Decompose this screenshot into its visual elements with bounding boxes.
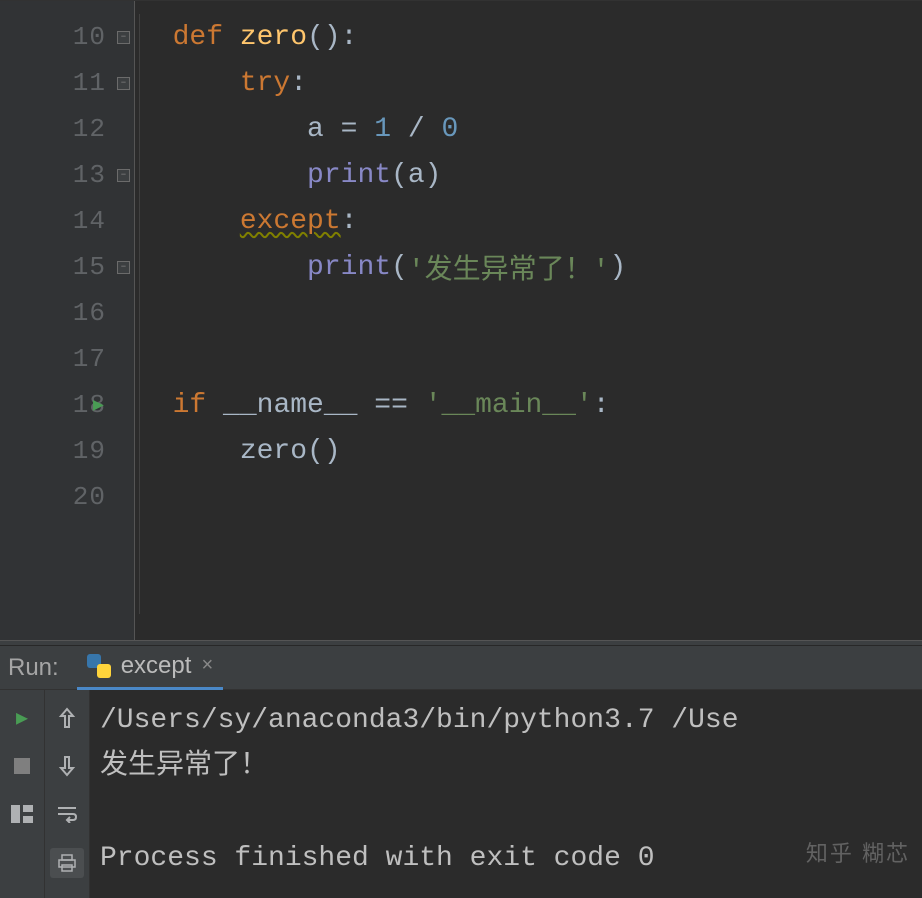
code-line: except:	[135, 198, 922, 244]
code-line: a = 1 / 0	[135, 106, 922, 152]
output-line: /Users/sy/anaconda3/bin/python3.7 /Use	[100, 705, 739, 736]
scroll-down-button[interactable]	[53, 752, 81, 780]
code-line	[135, 336, 922, 382]
fold-icon[interactable]: −	[117, 31, 130, 44]
run-toolbar-secondary	[45, 690, 90, 898]
run-header: Run: except ×	[0, 646, 922, 690]
python-icon	[87, 654, 111, 678]
code-line	[135, 474, 922, 520]
fold-icon[interactable]: −	[117, 261, 130, 274]
code-line: zero()	[135, 428, 922, 474]
code-line: try:	[135, 60, 922, 106]
run-body: ▶ /Users/sy/anaconda3/bin/python3.7 /Use…	[0, 690, 922, 898]
run-panel: Run: except × ▶ /Users/sy/anaconda3/bin/…	[0, 646, 922, 898]
run-line-icon[interactable]: ▶	[93, 394, 104, 416]
line-number: 12	[73, 114, 106, 144]
code-line: if __name__ == '__main__':	[135, 382, 922, 428]
output-line: 发生异常了！	[100, 751, 268, 782]
code-line: print(a)	[135, 152, 922, 198]
line-number: 13	[73, 160, 106, 190]
line-number: 14	[73, 206, 106, 236]
code-content[interactable]: def zero(): try: a = 1 / 0 print(a) exce…	[135, 1, 922, 640]
print-button[interactable]	[50, 848, 84, 878]
line-number: 20	[73, 482, 106, 512]
line-number: 10	[73, 22, 106, 52]
fold-icon[interactable]: −	[117, 77, 130, 90]
line-number: 15	[73, 252, 106, 282]
code-line: print('发生异常了！')	[135, 244, 922, 290]
close-icon[interactable]: ×	[201, 655, 213, 678]
line-number: 16	[73, 298, 106, 328]
output-line: Process finished with exit code 0	[100, 843, 655, 874]
run-button[interactable]: ▶	[8, 704, 36, 732]
run-toolbar-primary: ▶	[0, 690, 45, 898]
scroll-up-button[interactable]	[53, 704, 81, 732]
run-tab[interactable]: except ×	[77, 646, 224, 690]
soft-wrap-button[interactable]	[53, 800, 81, 828]
code-line	[135, 290, 922, 336]
fold-icon[interactable]: −	[117, 169, 130, 182]
code-line: def zero():	[135, 14, 922, 60]
console-output[interactable]: /Users/sy/anaconda3/bin/python3.7 /Use 发…	[90, 690, 922, 898]
layout-button[interactable]	[8, 800, 36, 828]
tab-title: except	[121, 652, 192, 680]
watermark: 知乎 糊芯	[806, 836, 910, 868]
editor-area: 10− 11− 12 13− 14 15− 16 17 ▶18 19 20 de…	[0, 0, 922, 640]
line-number: 19	[73, 436, 106, 466]
stop-button[interactable]	[8, 752, 36, 780]
line-number: 17	[73, 344, 106, 374]
run-label: Run:	[8, 654, 59, 682]
gutter: 10− 11− 12 13− 14 15− 16 17 ▶18 19 20	[0, 1, 135, 640]
line-number: 11	[73, 68, 106, 98]
